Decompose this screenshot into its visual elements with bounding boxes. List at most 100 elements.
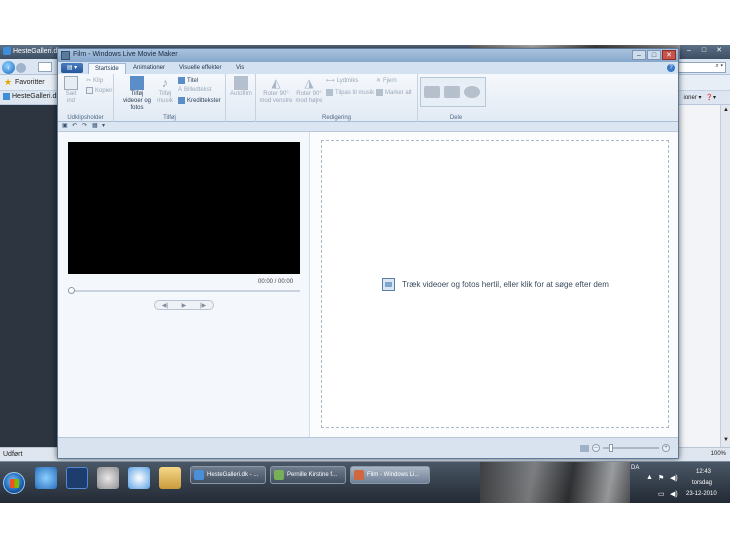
ribbon-tabs: ▤ ▾ Startside Animationer Visuelle effek… (58, 62, 678, 74)
rotate-left-button[interactable]: ◭ Roter 90° mod venstre (259, 76, 293, 105)
tab-vis[interactable]: Vis (230, 63, 250, 74)
maximize-icon[interactable]: □ (697, 46, 711, 56)
film-photo-icon (130, 76, 144, 90)
add-music-button[interactable]: ♪ Tilføj musik (156, 76, 174, 105)
flag-icon[interactable]: ⚑ (658, 474, 664, 482)
seek-thumb[interactable] (68, 287, 75, 294)
audio-mix-button[interactable]: ⟷ Lydmiks (326, 77, 358, 85)
clock-day[interactable]: torsdag (692, 480, 712, 486)
storyboard-drop-area[interactable]: Træk videoer og fotos hertil, eller klik… (321, 140, 669, 428)
back-arrow-icon[interactable]: ‹ (2, 61, 15, 74)
photo-viewer-icon (274, 470, 284, 480)
browser-window-controls: – □ ✕ (682, 46, 726, 56)
search-icon[interactable]: ⌕ ▾ (678, 62, 726, 73)
zoom-slider-thumb[interactable] (609, 444, 613, 452)
credits-button[interactable]: Kredittekster (178, 97, 221, 104)
seek-bar[interactable] (68, 290, 300, 292)
screenshot-area: HesteGalleri.dk – □ ✕ ‹ ⌕ ▾ ★ Favoritter… (0, 45, 730, 503)
zoom-level[interactable]: 100% (711, 451, 726, 457)
forward-arrow-icon[interactable] (16, 63, 26, 73)
redo-icon[interactable]: ↷ (82, 123, 89, 130)
help-icon[interactable]: ? (667, 64, 675, 72)
vertical-scrollbar[interactable] (720, 105, 730, 447)
chevron-down-icon[interactable]: ▾ (102, 123, 109, 130)
ie-favicon-icon (3, 93, 10, 100)
automovie-button[interactable]: Autofilm (229, 76, 253, 98)
ie-favicon-icon (3, 47, 11, 55)
copy-button[interactable]: Kopier (86, 87, 112, 94)
previous-frame-icon[interactable]: ◀| (162, 302, 168, 309)
cut-button[interactable]: ✂ Klip (86, 77, 103, 85)
address-bar[interactable] (38, 62, 52, 72)
music-note-icon: ♪ (161, 75, 169, 90)
group-label: Udklipsholder (67, 115, 104, 121)
speaker-icon[interactable]: ◀) (670, 490, 678, 498)
browser-title: HesteGalleri.dk (3, 47, 61, 55)
remove-button[interactable]: ✕ Fjern (376, 77, 397, 85)
media-center-icon[interactable] (97, 467, 119, 489)
tab-visuelle-effekter[interactable]: Visuelle effekter (173, 63, 227, 74)
video-preview[interactable] (68, 142, 300, 274)
photoshop-icon[interactable] (66, 467, 88, 489)
caption-button[interactable]: A Billedtekst (178, 87, 211, 93)
remove-x-icon: ✕ (376, 78, 382, 84)
rotate-right-icon: ◮ (304, 76, 314, 90)
scissors-icon: ✂ (86, 78, 92, 84)
save-icon[interactable]: ▣ (62, 123, 69, 130)
credits-icon (178, 97, 185, 104)
zoom-out-icon[interactable]: – (592, 444, 600, 452)
fit-to-music-button[interactable]: Tilpas til musik (326, 89, 374, 96)
minimize-icon[interactable]: – (682, 46, 696, 56)
zoom-slider[interactable] (603, 444, 659, 452)
close-icon[interactable]: ✕ (712, 46, 726, 56)
favorites-button[interactable]: Favoritter (15, 79, 45, 86)
scroll-down-icon[interactable]: ▼ (723, 437, 729, 443)
minimize-button[interactable]: – (632, 50, 646, 60)
language-indicator[interactable]: DA (631, 465, 639, 471)
app-menu-button[interactable]: ▤ ▾ (61, 63, 83, 73)
close-button[interactable]: ✕ (662, 50, 676, 60)
scroll-up-icon[interactable]: ▲ (723, 107, 729, 113)
zoom-in-icon[interactable]: + (662, 444, 670, 452)
undo-icon[interactable]: ↶ (72, 123, 79, 130)
add-videos-button[interactable]: Tilføj videoer og fotos (120, 76, 154, 112)
rotate-right-button[interactable]: ◮ Roter 90° mod højre (294, 76, 324, 105)
tab-startside[interactable]: Startside (88, 63, 126, 74)
movie-maker-icon (354, 470, 364, 480)
youtube-icon[interactable] (424, 86, 440, 98)
tab-animationer[interactable]: Animationer (127, 63, 171, 74)
show-hidden-icons-icon[interactable]: ▲ (646, 474, 653, 481)
select-all-button[interactable]: Marker alt (376, 89, 412, 96)
explorer-folder-icon[interactable] (159, 467, 181, 489)
paste-button[interactable]: Sæt ind (62, 76, 80, 105)
taskbar-task-movie-maker[interactable]: Film - Windows Li... (350, 466, 430, 484)
select-all-icon (376, 89, 383, 96)
play-icon[interactable]: ▶ (182, 302, 187, 309)
clock-time[interactable]: 12:43 (696, 469, 711, 475)
clock-date[interactable]: 23-12-2010 (686, 491, 717, 497)
next-frame-icon[interactable]: |▶ (200, 302, 206, 309)
browser-tools[interactable]: ioner ▾ ❓▾ (683, 94, 716, 101)
title-button[interactable]: Titel (178, 77, 198, 84)
thumbnail-size-icon[interactable] (580, 444, 589, 452)
taskbar: HesteGalleri.dk - ... Pernille Kirstine … (0, 461, 730, 503)
automovie-icon (234, 76, 248, 90)
network-icon[interactable]: ▭ (658, 490, 665, 498)
favorites-star-icon[interactable]: ★ (4, 77, 12, 88)
storyboard-hint: Træk videoer og fotos hertil, eller klik… (402, 280, 609, 289)
ie-pinned-icon[interactable] (35, 467, 57, 489)
start-button[interactable] (3, 472, 25, 494)
storyboard-view-icon[interactable]: ▦ (92, 123, 99, 130)
volume-icon[interactable]: ◀) (670, 474, 678, 482)
copy-icon (86, 87, 93, 94)
taskbar-task-hestegalleri[interactable]: HesteGalleri.dk - ... (190, 466, 266, 484)
group-label: Redigering (321, 115, 352, 121)
help-icon[interactable]: ❓▾ (706, 94, 716, 101)
browser-tab[interactable]: HesteGalleri.dk (3, 93, 60, 100)
group-clipboard: Sæt ind ✂ Klip Kopier Udklipsholder (58, 74, 114, 122)
computer-icon[interactable] (444, 86, 460, 98)
burn-dvd-icon[interactable] (464, 86, 480, 98)
maximize-button[interactable]: □ (647, 50, 661, 60)
taskbar-task-pernille[interactable]: Pernille Kirstine f... (270, 466, 346, 484)
media-player-icon[interactable] (128, 467, 150, 489)
